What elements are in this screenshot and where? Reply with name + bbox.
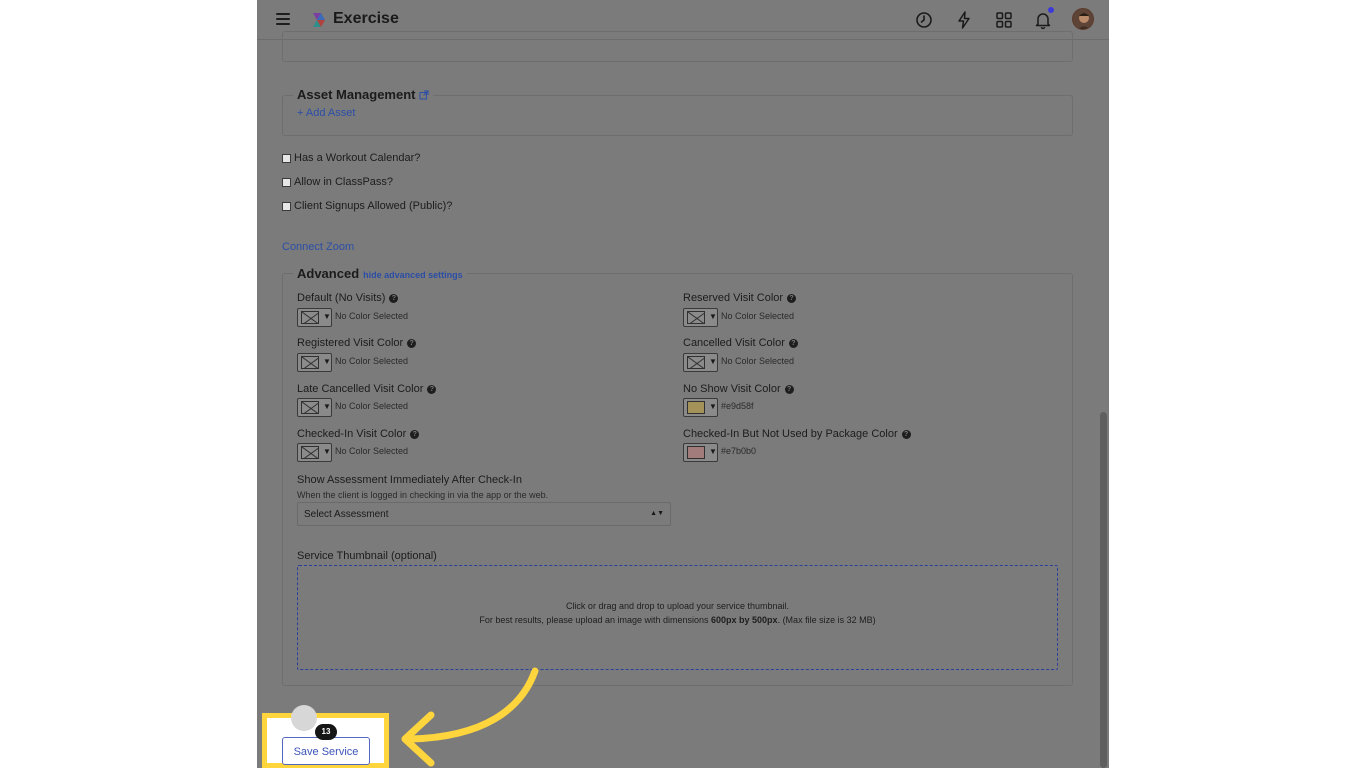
previous-section — [282, 31, 1073, 62]
classpass-label: Allow in ClassPass? — [294, 176, 394, 188]
caret-down-icon: ▼ — [323, 402, 331, 411]
no-show-color-picker[interactable]: ▼ — [683, 398, 718, 417]
checked-in-color-value: No Color Selected — [335, 446, 409, 456]
no-show-color-value: #e9d58f — [721, 401, 754, 411]
caret-down-icon: ▼ — [709, 402, 717, 411]
checked-in-not-used-color-picker[interactable]: ▼ — [683, 443, 718, 462]
help-icon[interactable]: ? — [901, 429, 911, 439]
notifications-button[interactable] — [1033, 7, 1054, 30]
registered-color-picker[interactable]: ▼ — [297, 353, 332, 372]
default-color-value: No Color Selected — [335, 311, 409, 321]
caret-down-icon: ▼ — [709, 357, 717, 366]
page-scrollbar[interactable] — [1100, 412, 1107, 768]
reserved-color-value: No Color Selected — [721, 311, 795, 321]
reserved-color-picker[interactable]: ▼ — [683, 308, 718, 327]
hide-advanced-link[interactable]: hide advanced settings — [363, 270, 463, 280]
menu-icon[interactable] — [276, 13, 290, 25]
checkbox-row-client-signups: Client Signups Allowed (Public)? — [282, 200, 452, 212]
help-icon[interactable]: ? — [427, 384, 437, 394]
caret-down-icon: ▼ — [323, 357, 331, 366]
assessment-select[interactable]: Select Assessment ▲▼ — [297, 502, 671, 526]
no-color-icon — [687, 356, 705, 369]
classpass-checkbox[interactable] — [282, 177, 291, 187]
advanced-title: Advanced — [297, 266, 360, 281]
thumbnail-label: Service Thumbnail (optional) — [297, 550, 437, 562]
cancelled-color-picker[interactable]: ▼ — [683, 353, 718, 372]
service-form: Asset Management + Add Asset Has a Worko… — [257, 31, 1109, 768]
registered-color-value: No Color Selected — [335, 356, 409, 366]
checkbox-row-classpass: Allow in ClassPass? — [282, 176, 393, 188]
no-color-icon — [301, 356, 319, 369]
checkbox-row-workout-calendar: Has a Workout Calendar? — [282, 152, 420, 164]
no-color-icon — [301, 401, 319, 414]
notification-dot — [1048, 7, 1054, 13]
thumbnail-dropzone[interactable]: Click or drag and drop to upload your se… — [297, 565, 1058, 670]
cancelled-color-label: Cancelled Visit Color? — [683, 337, 798, 349]
user-photo-icon — [1073, 9, 1093, 29]
caret-down-icon: ▼ — [709, 312, 717, 321]
advanced-legend: Advanced hide advanced settings — [293, 266, 467, 281]
reserved-color-label: Reserved Visit Color? — [683, 292, 797, 304]
save-service-button[interactable]: Save Service — [282, 737, 370, 765]
app-window: Exercise Asset Management + Add Asset Ha… — [257, 0, 1109, 768]
add-asset-link[interactable]: + Add Asset — [297, 107, 355, 119]
help-icon[interactable]: ? — [410, 429, 420, 439]
asset-management-section: Asset Management + Add Asset — [282, 87, 1073, 136]
no-show-color-label: No Show Visit Color? — [683, 383, 794, 395]
checked-in-color-picker[interactable]: ▼ — [297, 443, 332, 462]
apps-grid-icon[interactable] — [994, 10, 1014, 30]
connect-zoom-link[interactable]: Connect Zoom — [282, 241, 354, 253]
color-swatch — [687, 401, 705, 414]
caret-down-icon: ▼ — [323, 447, 331, 456]
asset-management-legend: Asset Management — [293, 87, 434, 102]
help-icon[interactable]: ? — [407, 338, 417, 348]
checked-in-not-used-color-label: Checked-In But Not Used by Package Color… — [683, 428, 911, 440]
registered-color-label: Registered Visit Color? — [297, 337, 417, 349]
workout-calendar-label: Has a Workout Calendar? — [294, 152, 421, 164]
no-color-icon — [301, 311, 319, 324]
external-link-icon[interactable] — [419, 90, 429, 100]
caret-down-icon: ▼ — [323, 312, 331, 321]
app-logo-icon — [313, 13, 325, 27]
pointer-arrow-icon — [401, 667, 539, 767]
late-cancelled-color-value: No Color Selected — [335, 401, 409, 411]
help-icon[interactable]: ? — [389, 293, 399, 303]
client-signups-checkbox[interactable] — [282, 201, 291, 211]
help-icon[interactable]: ? — [787, 293, 797, 303]
late-cancelled-color-label: Late Cancelled Visit Color? — [297, 383, 437, 395]
avatar[interactable] — [1072, 8, 1094, 30]
helper-bubble[interactable] — [291, 705, 317, 731]
caret-down-icon: ▼ — [709, 447, 717, 456]
clock-icon[interactable] — [914, 10, 934, 30]
app-title: Exercise — [333, 10, 399, 27]
default-color-label: Default (No Visits)? — [297, 292, 399, 304]
bolt-icon[interactable] — [954, 10, 974, 30]
late-cancelled-color-picker[interactable]: ▼ — [297, 398, 332, 417]
asset-management-title: Asset Management — [297, 87, 416, 102]
workout-calendar-checkbox[interactable] — [282, 153, 291, 163]
help-icon[interactable]: ? — [788, 338, 798, 348]
assessment-help-text: When the client is logged in checking in… — [297, 490, 549, 500]
cancelled-color-value: No Color Selected — [721, 356, 795, 366]
default-color-picker[interactable]: ▼ — [297, 308, 332, 327]
checked-in-color-label: Checked-In Visit Color? — [297, 428, 420, 440]
client-signups-label: Client Signups Allowed (Public)? — [294, 200, 453, 212]
no-color-icon — [301, 446, 319, 459]
dropzone-dimensions-hint: For best results, please upload an image… — [479, 615, 876, 625]
no-color-icon — [687, 311, 705, 324]
help-icon[interactable]: ? — [784, 384, 794, 394]
assessment-label: Show Assessment Immediately After Check-… — [297, 474, 522, 486]
caret-down-icon: ▲▼ — [650, 510, 664, 517]
checked-in-not-used-color-value: #e7b0b0 — [721, 446, 757, 456]
color-swatch — [687, 446, 705, 459]
dropzone-instruction: Click or drag and drop to upload your se… — [565, 601, 790, 611]
step-count-badge: 13 — [315, 724, 337, 740]
assessment-selected-value: Select Assessment — [304, 509, 389, 520]
bell-icon — [1035, 13, 1051, 30]
